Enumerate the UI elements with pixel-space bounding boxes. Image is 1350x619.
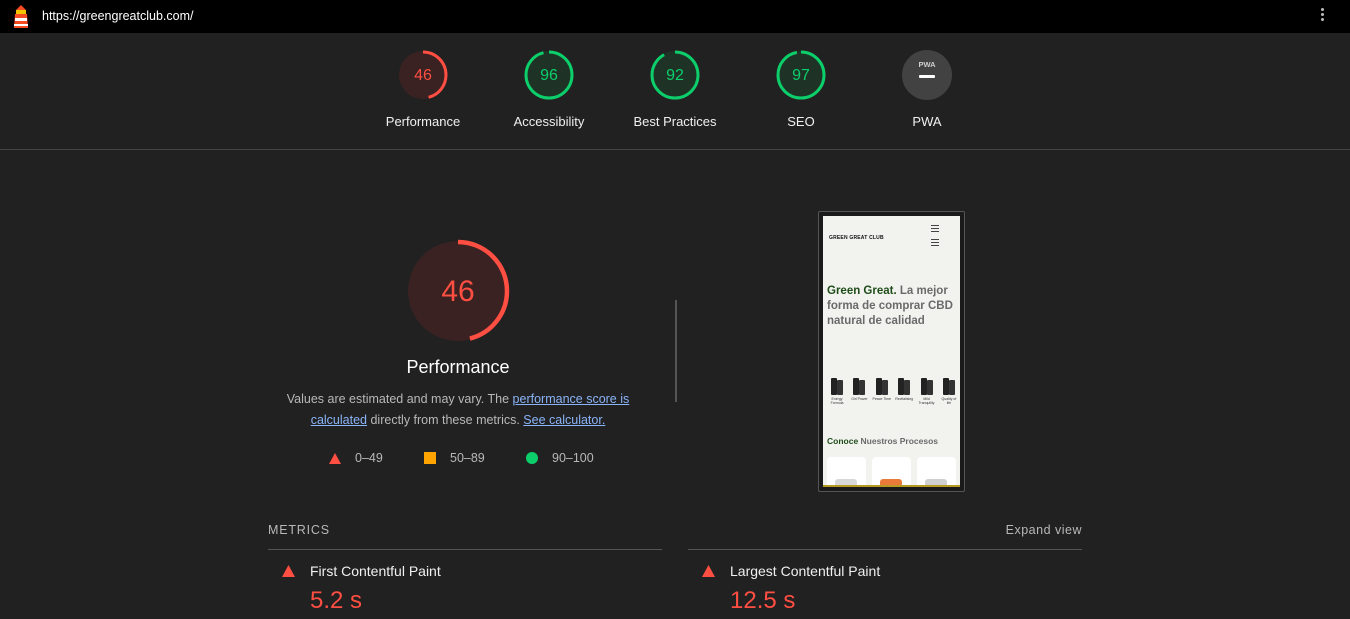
- svg-text:96: 96: [540, 67, 558, 84]
- product-caption: Energy Formula: [830, 397, 844, 405]
- section-rest: Nuestros Procesos: [858, 436, 939, 446]
- legend-range: 50–89: [450, 451, 485, 465]
- vertical-divider: [675, 300, 677, 402]
- cbd-bottle-icon: [897, 374, 911, 396]
- desc-text: directly from these metrics.: [367, 413, 524, 427]
- gauge-accessibility[interactable]: 96 Accessibility: [499, 49, 599, 129]
- product-item: Mild Tranquility: [917, 374, 937, 405]
- lighthouse-logo-icon: [14, 5, 28, 28]
- card-image: [880, 479, 902, 485]
- legend-range: 90–100: [552, 451, 594, 465]
- product-caption: Girl Power: [851, 397, 868, 401]
- product-item: Peace Time: [872, 374, 892, 405]
- legend-average: 50–89: [424, 451, 485, 465]
- red-triangle-icon: [329, 452, 341, 464]
- product-caption: Mild Tranquility: [918, 397, 935, 405]
- gauge-label: Performance: [385, 114, 461, 129]
- seo-gauge-icon: 97: [776, 50, 826, 100]
- more-options-icon[interactable]: [1316, 8, 1328, 26]
- hamburger-menu-icon: [931, 225, 939, 232]
- cbd-bottle-icon: [942, 374, 956, 396]
- metrics-heading: METRICS: [268, 523, 330, 537]
- card-image: [925, 479, 947, 485]
- score-summary: 46 Performance 96 Accessibility 92 Best …: [0, 33, 1350, 150]
- legend-range: 0–49: [355, 451, 383, 465]
- final-screenshot[interactable]: GREEN GREAT CLUB Green Great. La mejor f…: [818, 211, 965, 492]
- product-item: Energy Formula: [827, 374, 847, 405]
- product-item: Quality of life: [939, 374, 959, 405]
- site-brand: GREEN GREAT CLUB: [829, 235, 884, 241]
- metric-name: First Contentful Paint: [310, 563, 441, 579]
- svg-text:46: 46: [441, 275, 474, 308]
- performance-description: Values are estimated and may vary. The p…: [268, 389, 648, 431]
- top-bar: https://greengreatclub.com/: [0, 0, 1350, 33]
- product-item: Girl Power: [849, 374, 869, 405]
- legend-pass: 90–100: [526, 451, 594, 465]
- gauge-label: PWA: [912, 114, 942, 129]
- green-circle-icon: [526, 452, 538, 464]
- card-image: [835, 479, 857, 485]
- report-url[interactable]: https://greengreatclub.com/: [42, 9, 193, 23]
- gauge-label: Best Practices: [633, 114, 717, 129]
- product-row: Energy Formula Girl Power Peace Time Rev…: [827, 374, 959, 405]
- performance-score-gauge: 46: [406, 239, 510, 343]
- svg-text:46: 46: [414, 67, 432, 84]
- accessibility-gauge-icon: 96: [524, 50, 574, 100]
- section-heading: Conoce Nuestros Procesos: [827, 436, 938, 446]
- section-green: Conoce: [827, 436, 859, 446]
- desc-text: Values are estimated and may vary. The: [286, 392, 513, 406]
- orange-square-icon: [424, 452, 436, 464]
- see-calculator-link[interactable]: See calculator.: [523, 413, 605, 427]
- gauge-performance[interactable]: 46 Performance: [373, 49, 473, 129]
- process-card: [917, 457, 956, 485]
- legend-fail: 0–49: [329, 451, 383, 465]
- product-item: Revitalising: [894, 374, 914, 405]
- performance-title: Performance: [406, 357, 510, 377]
- gauge-label: Accessibility: [513, 114, 585, 129]
- gauge-best-practices[interactable]: 92 Best Practices: [625, 49, 725, 129]
- gauge-seo[interactable]: 97 SEO: [751, 49, 851, 129]
- screenshot-screen: GREEN GREAT CLUB Green Great. La mejor f…: [823, 216, 960, 487]
- pwa-badge-icon: PWA: [902, 50, 952, 100]
- product-caption: Quality of life: [941, 397, 957, 405]
- best-practices-gauge-icon: 92: [650, 50, 700, 100]
- product-caption: Peace Time: [872, 397, 892, 401]
- fail-triangle-icon: [282, 565, 295, 577]
- cbd-bottle-icon: [875, 374, 889, 396]
- gauge-pwa[interactable]: PWA PWA: [877, 49, 977, 129]
- svg-text:PWA: PWA: [918, 60, 936, 69]
- fail-triangle-icon: [702, 565, 715, 577]
- metric-value: 12.5 s: [730, 587, 796, 614]
- metric-value: 5.2 s: [310, 587, 363, 614]
- svg-text:97: 97: [792, 67, 810, 84]
- headline-green: Green Great.: [827, 285, 897, 297]
- product-caption: Revitalising: [895, 397, 914, 401]
- hamburger-menu-icon: [931, 239, 939, 246]
- performance-gauge-icon: 46: [398, 50, 448, 100]
- svg-text:92: 92: [666, 67, 684, 84]
- process-card: [872, 457, 911, 485]
- metrics-divider: [688, 549, 1082, 550]
- metrics-divider: [268, 549, 662, 550]
- metric-name: Largest Contentful Paint: [730, 563, 881, 579]
- site-headline: Green Great. La mejor forma de comprar C…: [827, 284, 957, 329]
- process-card: [827, 457, 866, 485]
- cbd-bottle-icon: [830, 374, 844, 396]
- cbd-bottle-icon: [920, 374, 934, 396]
- expand-view-toggle[interactable]: Expand view: [1006, 523, 1082, 537]
- gauge-label: SEO: [787, 114, 815, 129]
- cbd-bottle-icon: [852, 374, 866, 396]
